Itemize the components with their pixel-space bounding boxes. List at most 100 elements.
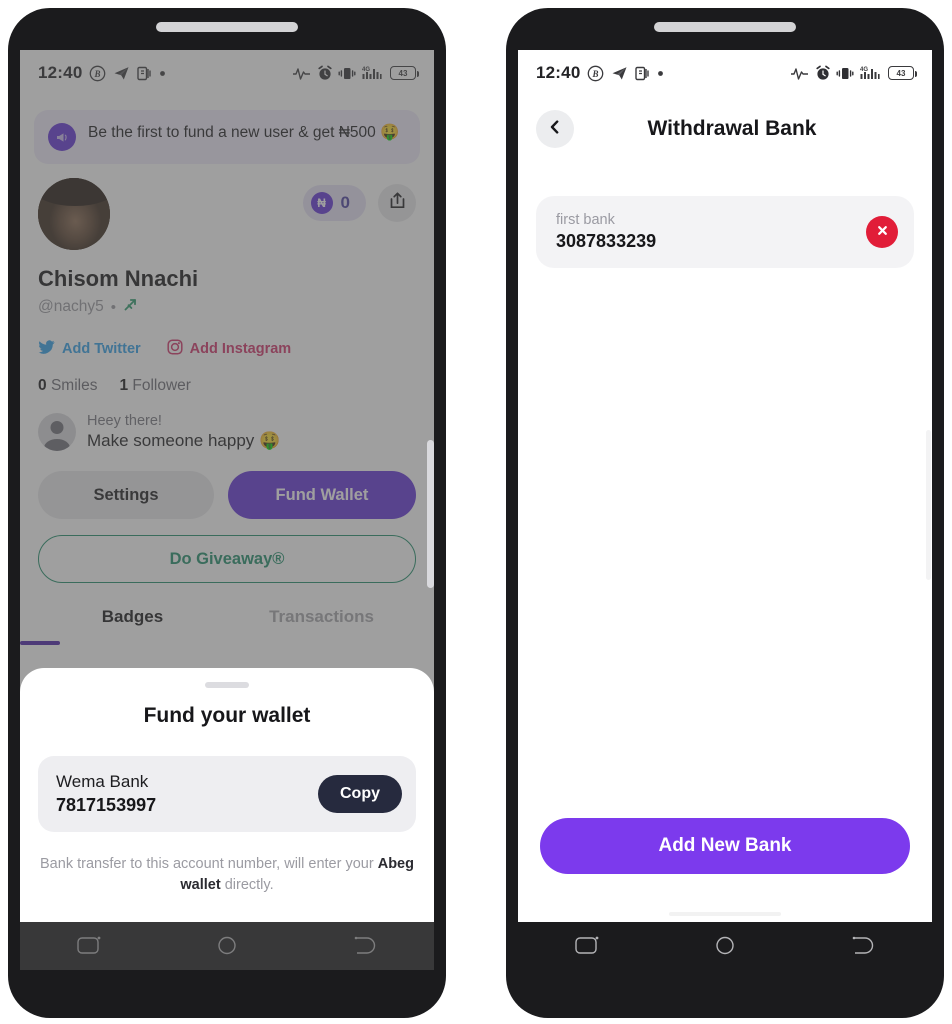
instagram-icon bbox=[167, 339, 183, 359]
scrollbar-thumb[interactable] bbox=[427, 440, 434, 588]
bank-name: first bank bbox=[556, 212, 615, 228]
status-time-right: 12:40 bbox=[536, 63, 581, 82]
status-bar-left: 12:40 B bbox=[38, 63, 166, 83]
signal-4g-icon: 4G bbox=[859, 65, 883, 81]
add-new-bank-button[interactable]: Add New Bank bbox=[540, 818, 910, 874]
telegram-icon bbox=[113, 65, 130, 82]
bio-line-2: Make someone happy 🤑 bbox=[87, 431, 281, 450]
account-bank-name: Wema Bank bbox=[56, 771, 149, 791]
copy-button[interactable]: Copy bbox=[318, 774, 402, 813]
account-details: Wema Bank 7817153997 bbox=[56, 772, 156, 816]
pulse-icon bbox=[790, 66, 810, 81]
bio-line-1: Heey there! bbox=[87, 413, 162, 429]
balance-chip[interactable]: ₦ 0 bbox=[302, 185, 366, 221]
chevron-left-icon bbox=[547, 119, 563, 140]
add-bank-container: Add New Bank bbox=[518, 818, 932, 874]
profile-handle-row: @nachy5 • bbox=[38, 297, 416, 317]
tab-badges[interactable]: Badges bbox=[38, 607, 227, 641]
social-links: Add Twitter Add Instagram bbox=[38, 339, 416, 359]
share-icon bbox=[388, 191, 407, 215]
signal-4g-icon: 4G bbox=[361, 65, 385, 81]
fund-wallet-sheet: Fund your wallet Wema Bank 7817153997 Co… bbox=[20, 667, 434, 922]
status-bar-right-phone: 12:40 B 4G 43 bbox=[518, 50, 932, 96]
promo-banner[interactable]: Be the first to fund a new user & get ₦5… bbox=[34, 110, 420, 164]
recents-icon[interactable] bbox=[572, 933, 602, 959]
followers-count: 1 bbox=[119, 377, 129, 394]
bank-list-item[interactable]: first bank 3087833239 bbox=[536, 196, 914, 268]
profile-action-buttons: Settings Fund Wallet bbox=[38, 471, 416, 519]
left-phone-screen: 12:40 B 4G 43 Be the first to fund a new… bbox=[20, 50, 434, 970]
bio-text: Heey there! Make someone happy 🤑 bbox=[87, 413, 280, 451]
battery-icon: 43 bbox=[888, 66, 917, 80]
android-nav-bar bbox=[20, 922, 434, 970]
status-bar-left-right-phone: 12:40 B bbox=[536, 63, 664, 83]
bank-details: first bank 3087833239 bbox=[556, 212, 656, 252]
app-icon bbox=[137, 66, 152, 81]
close-circle-icon bbox=[875, 223, 890, 241]
page-title: Withdrawal Bank bbox=[647, 117, 817, 140]
profile-top-row: ₦ 0 bbox=[38, 178, 416, 250]
sheet-title: Fund your wallet bbox=[143, 703, 311, 727]
do-giveaway-button[interactable]: Do Giveaway® bbox=[38, 535, 416, 583]
account-number: 7817153997 bbox=[56, 794, 157, 815]
balance-amount: 0 bbox=[340, 193, 350, 212]
left-phone-frame: 12:40 B 4G 43 Be the first to fund a new… bbox=[8, 8, 446, 1018]
settings-button[interactable]: Settings bbox=[38, 471, 214, 519]
vibrate-icon bbox=[338, 66, 356, 81]
add-twitter-link[interactable]: Add Twitter bbox=[38, 339, 141, 359]
right-phone-frame: 12:40 B 4G 43 Withdrawal Bank first bank… bbox=[506, 8, 944, 1018]
smiles-label: Smiles bbox=[50, 377, 98, 394]
svg-text:B: B bbox=[94, 69, 101, 79]
alarm-icon bbox=[815, 65, 831, 81]
tab-active-indicator bbox=[20, 641, 60, 645]
home-icon[interactable] bbox=[710, 933, 740, 959]
scrollbar-thumb-right[interactable] bbox=[926, 430, 931, 580]
right-phone-screen: 12:40 B 4G 43 Withdrawal Bank first bank… bbox=[518, 50, 932, 970]
sheet-note-before: Bank transfer to this account number, wi… bbox=[40, 855, 378, 872]
profile-top-actions: ₦ 0 bbox=[302, 184, 416, 222]
sheet-grabber[interactable] bbox=[205, 681, 249, 688]
avatar[interactable] bbox=[38, 178, 110, 250]
recents-icon[interactable] bbox=[74, 933, 104, 959]
fund-wallet-button[interactable]: Fund Wallet bbox=[228, 471, 416, 519]
delete-bank-button[interactable] bbox=[866, 216, 898, 248]
megaphone-icon bbox=[48, 123, 76, 151]
pulse-icon bbox=[292, 66, 312, 81]
back-button[interactable] bbox=[536, 110, 574, 148]
vibrate-icon bbox=[836, 66, 854, 81]
sheet-note: Bank transfer to this account number, wi… bbox=[38, 854, 416, 896]
add-instagram-label: Add Instagram bbox=[189, 341, 292, 357]
withdrawal-bank-header: Withdrawal Bank bbox=[518, 96, 932, 148]
battery-icon: 43 bbox=[390, 66, 419, 80]
profile-content: ₦ 0 Chisom Nnachi @nachy5 • Add Twitter … bbox=[20, 178, 434, 641]
profile-tabs: Badges Transactions bbox=[38, 607, 416, 641]
battery-level: 43 bbox=[398, 68, 408, 78]
status-bar: 12:40 B 4G 43 bbox=[20, 50, 434, 96]
profile-handle: @nachy5 bbox=[38, 298, 104, 315]
tab-transactions[interactable]: Transactions bbox=[227, 607, 416, 641]
app-icon bbox=[635, 66, 650, 81]
share-button[interactable] bbox=[378, 184, 416, 222]
svg-text:B: B bbox=[592, 69, 599, 79]
home-icon[interactable] bbox=[212, 933, 242, 959]
add-twitter-label: Add Twitter bbox=[62, 341, 141, 357]
circled-b-icon: B bbox=[89, 65, 106, 82]
add-instagram-link[interactable]: Add Instagram bbox=[167, 339, 292, 359]
smiles-count: 0 bbox=[38, 377, 47, 394]
profile-stats: 0 Smiles 1 Follower bbox=[38, 377, 416, 395]
followers-label: Follower bbox=[132, 377, 191, 394]
stat-followers: 1 Follower bbox=[119, 377, 191, 395]
back-icon[interactable] bbox=[350, 933, 380, 959]
alarm-icon bbox=[317, 65, 333, 81]
back-icon[interactable] bbox=[848, 933, 878, 959]
status-bar-right-icons-right-phone: 4G 43 bbox=[790, 65, 917, 81]
dot-icon bbox=[159, 70, 166, 77]
naira-icon: ₦ bbox=[310, 192, 333, 214]
profile-name: Chisom Nnachi bbox=[38, 266, 199, 291]
bio-avatar-icon bbox=[38, 413, 76, 451]
status-time: 12:40 bbox=[38, 63, 83, 82]
promo-text: Be the first to fund a new user & get ₦5… bbox=[88, 124, 400, 141]
separator-dot: • bbox=[110, 298, 116, 316]
telegram-icon bbox=[611, 65, 628, 82]
battery-level: 43 bbox=[896, 68, 906, 78]
